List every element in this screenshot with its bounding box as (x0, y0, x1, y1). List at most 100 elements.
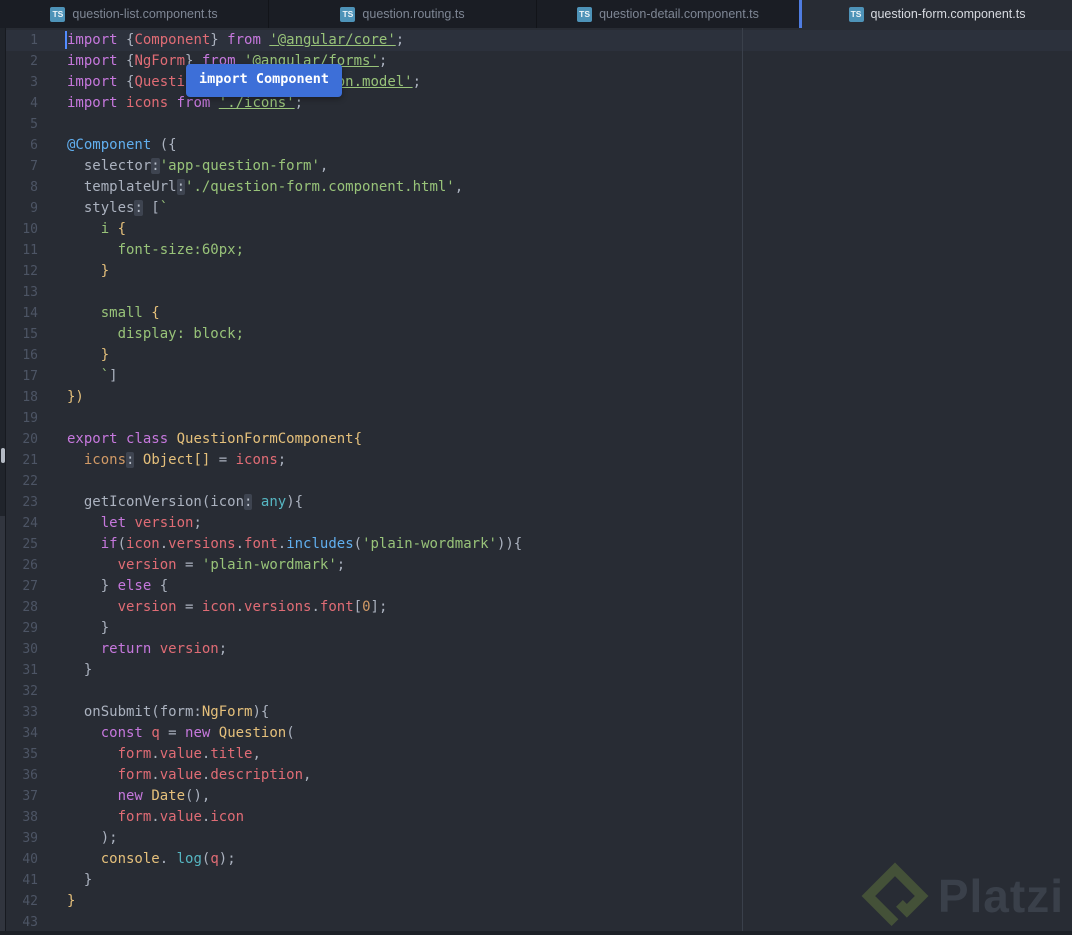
line-number: 16 (22, 348, 38, 363)
code-text: `] (100, 368, 118, 384)
line-number: 40 (22, 852, 38, 867)
line-number: 7 (30, 159, 38, 174)
code-text: }) (67, 389, 84, 405)
code-text: } (67, 662, 93, 678)
code-text: getIconVersion(icon: any){ (67, 494, 304, 510)
code-text: version = 'plain-wordmark'; (117, 557, 346, 573)
code-line[interactable]: 31 } (6, 660, 1072, 681)
line-number: 42 (22, 894, 38, 909)
code-line[interactable]: 23 getIconVersion(icon: any){ (6, 492, 1072, 513)
code-line[interactable]: 5 (6, 114, 1072, 135)
line-number: 36 (22, 768, 38, 783)
code-line[interactable]: 7 selector:'app-question-form', (6, 156, 1072, 177)
code-text: } (100, 347, 110, 363)
line-number: 3 (30, 75, 38, 90)
code-text: ); (67, 830, 118, 846)
line-number: 25 (22, 537, 38, 552)
line-number: 31 (22, 663, 38, 678)
code-text: display: block; (67, 326, 245, 342)
code-line[interactable]: 9 styles: [` (6, 198, 1072, 219)
tab-label: question-detail.component.ts (599, 7, 759, 21)
line-number: 15 (22, 327, 38, 342)
line-number: 4 (30, 96, 38, 111)
code-line[interactable]: 33 onSubmit(form:NgForm){ (6, 702, 1072, 723)
code-line[interactable]: 24 let version; (6, 513, 1072, 534)
code-line[interactable]: 41 } (6, 870, 1072, 891)
code-text: form.value.icon (117, 809, 245, 825)
import-suggestion-tooltip[interactable]: import Component (186, 64, 343, 97)
code-line[interactable]: 29 } (6, 618, 1072, 639)
line-number: 32 (22, 684, 38, 699)
code-line[interactable]: 28 version = icon.versions.font[0]; (6, 597, 1072, 618)
code-line[interactable]: 30 return version; (6, 639, 1072, 660)
code-line[interactable]: 6 @Component ({ (6, 135, 1072, 156)
typescript-file-icon: TS (577, 6, 593, 22)
line-number: 26 (22, 558, 38, 573)
code-text: onSubmit(form:NgForm){ (67, 704, 270, 720)
code-line[interactable]: 32 (6, 681, 1072, 702)
tab-question-list.component.ts[interactable]: TS question-list.component.ts (0, 0, 268, 28)
code-line[interactable]: 2 import {NgForm} from '@angular/forms'; (6, 51, 1072, 72)
code-line[interactable]: 39 ); (6, 828, 1072, 849)
bottom-edge-strip (0, 931, 1072, 935)
line-number: 8 (30, 180, 38, 195)
code-text: let version; (100, 515, 202, 531)
line-number: 29 (22, 621, 38, 636)
code-line[interactable]: 36 form.value.description, (6, 765, 1072, 786)
tab-bar: TS question-list.component.ts TS question.r… (0, 0, 1072, 28)
tab-question-form.component.ts[interactable]: TS question-form.component.ts (799, 0, 1072, 28)
code-line[interactable]: 34 const q = new Question( (6, 723, 1072, 744)
code-text: styles: [` (67, 200, 169, 216)
code-text: } (100, 263, 110, 279)
code-line[interactable]: 25 if(icon.versions.font.includes('plain… (6, 534, 1072, 555)
code-line[interactable]: 42} (6, 891, 1072, 912)
code-line[interactable]: 8 templateUrl:'./question-form.component… (6, 177, 1072, 198)
code-line[interactable]: 17 `] (6, 366, 1072, 387)
line-number: 17 (22, 369, 38, 384)
line-number: 12 (22, 264, 38, 279)
code-line[interactable]: 40 console. log(q); (6, 849, 1072, 870)
code-text: font-size:60px; (67, 242, 245, 258)
code-line[interactable]: 1 import {Component} from '@angular/core'… (6, 30, 1072, 51)
code-line[interactable]: 27 } else { (6, 576, 1072, 597)
code-text: new Date(), (117, 788, 211, 804)
line-number: 33 (22, 705, 38, 720)
code-line[interactable]: 12 } (6, 261, 1072, 282)
line-number: 30 (22, 642, 38, 657)
code-line[interactable]: 26 version = 'plain-wordmark'; (6, 555, 1072, 576)
line-number: 6 (30, 138, 38, 153)
code-line[interactable]: 14 small { (6, 303, 1072, 324)
code-text: i { (100, 221, 127, 237)
left-dock-strip[interactable] (0, 28, 6, 935)
code-line[interactable]: 18}) (6, 387, 1072, 408)
line-number: 38 (22, 810, 38, 825)
code-text: console. log(q); (100, 851, 236, 867)
line-number: 24 (22, 516, 38, 531)
tab-question.routing.ts[interactable]: TS question.routing.ts (268, 0, 536, 28)
code-line[interactable]: 43 (6, 912, 1072, 933)
code-line[interactable]: 15 display: block; (6, 324, 1072, 345)
line-number: 41 (22, 873, 38, 888)
wrap-guide-line (742, 28, 743, 935)
typescript-file-icon: TS (50, 6, 66, 22)
line-number: 23 (22, 495, 38, 510)
code-line[interactable]: 38 form.value.icon (6, 807, 1072, 828)
tab-question-detail.component.ts[interactable]: TS question-detail.component.ts (536, 0, 799, 28)
code-line[interactable]: 10 i { (6, 219, 1072, 240)
code-text: export class QuestionFormComponent{ (67, 431, 363, 447)
code-line[interactable]: 4 import icons from './icons'; (6, 93, 1072, 114)
code-line[interactable]: 16 } (6, 345, 1072, 366)
code-line[interactable]: 35 form.value.title, (6, 744, 1072, 765)
code-line[interactable]: 21 icons: Object[] = icons; (6, 450, 1072, 471)
code-line[interactable]: 22 (6, 471, 1072, 492)
code-text: const q = new Question( (100, 725, 295, 741)
code-text: return version; (100, 641, 228, 657)
editor-pane[interactable]: 1 import {Component} from '@angular/core'… (0, 28, 1072, 935)
code-line[interactable]: 20 export class QuestionFormComponent{ (6, 429, 1072, 450)
code-text: @Component ({ (67, 137, 177, 153)
code-line[interactable]: 13 (6, 282, 1072, 303)
code-line[interactable]: 3import {Question} from './question.mode… (6, 72, 1072, 93)
code-line[interactable]: 11 font-size:60px; (6, 240, 1072, 261)
code-line[interactable]: 19 (6, 408, 1072, 429)
code-line[interactable]: 37 new Date(), (6, 786, 1072, 807)
